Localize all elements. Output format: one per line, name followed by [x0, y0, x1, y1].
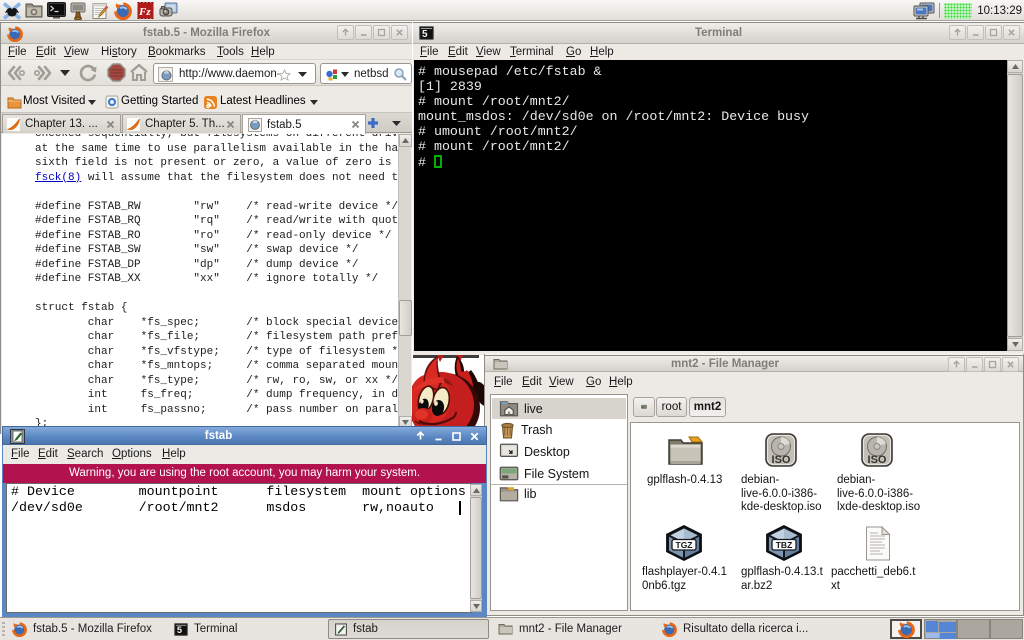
svg-text:Fz: Fz — [138, 6, 151, 18]
svg-text:5: 5 — [177, 625, 182, 635]
svg-text:TGZ: TGZ — [676, 540, 693, 550]
svg-text:TBZ: TBZ — [776, 540, 793, 550]
svg-text:ISO: ISO — [772, 454, 791, 466]
svg-text:ISO: ISO — [868, 454, 887, 466]
